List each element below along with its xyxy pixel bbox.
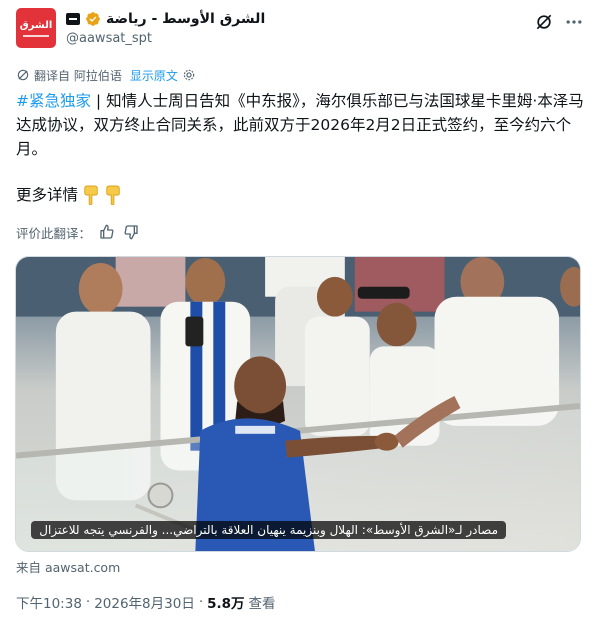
news-photo bbox=[16, 257, 580, 551]
grok-icon[interactable] bbox=[534, 12, 554, 32]
pointing-down-hand-icon bbox=[106, 185, 120, 205]
hashtag-link[interactable]: #紧急独家 bbox=[16, 92, 91, 110]
show-original-link[interactable]: 显示原文 bbox=[130, 67, 178, 84]
views-label: 查看 bbox=[248, 596, 276, 612]
tweet-time[interactable]: 下午10:38 bbox=[16, 592, 82, 612]
translate-icon bbox=[17, 69, 29, 81]
media-caption: مصادر لـ«الشرق الأوسط»: الهلال وبنزيمة ي… bbox=[31, 521, 506, 539]
account-handle[interactable]: @aawsat_spt bbox=[66, 31, 152, 46]
avatar-logo-text: الشرق bbox=[19, 20, 53, 31]
tweet-header: الشرق الشرق الأوسط - رياضة @aawsat_spt bbox=[16, 6, 584, 50]
display-name[interactable]: الشرق الأوسط - رياضة bbox=[106, 11, 265, 27]
avatar-logo-bar bbox=[23, 35, 49, 37]
more-details: 更多详情 bbox=[16, 183, 122, 207]
thumbs-down-icon[interactable] bbox=[123, 224, 139, 240]
name-row: الشرق الأوسط - رياضة bbox=[66, 9, 265, 29]
views-count: 5.8万 bbox=[207, 596, 245, 612]
translated-from-label: 翻译自 阿拉伯语 bbox=[34, 68, 122, 83]
more-details-text: 更多详情 bbox=[16, 186, 79, 204]
tweet-body: | 知情人士周日告知《中东报》，海尔俱乐部已与法国球星卡里姆·本泽马达成协议，双… bbox=[16, 92, 584, 158]
rate-translation-bar: 评价此翻译： bbox=[16, 222, 139, 242]
more-options-icon[interactable] bbox=[564, 12, 584, 32]
media-photo-card[interactable]: مصادر لـ«الشرق الأوسط»: الهلال وبنزيمة ي… bbox=[15, 256, 581, 552]
affiliate-badge-icon bbox=[66, 13, 80, 25]
translation-bar: 翻译自 阿拉伯语 显示原文 bbox=[16, 67, 196, 83]
rate-translation-label: 评价此翻译： bbox=[16, 225, 92, 241]
meta-separator: · bbox=[198, 594, 204, 610]
tweet-text: #紧急独家 | 知情人士周日告知《中东报》，海尔俱乐部已与法国球星卡里姆·本泽马… bbox=[16, 89, 584, 161]
thumbs-up-icon[interactable] bbox=[99, 224, 115, 240]
tweet-meta: 下午10:38 · 2026年8月30日 · 5.8万 查看 bbox=[16, 592, 276, 612]
settings-gear-icon[interactable] bbox=[182, 68, 196, 82]
link-source[interactable]: 来自 aawsat.com bbox=[16, 557, 120, 576]
pointing-down-hand-icon bbox=[84, 185, 98, 205]
meta-separator: · bbox=[85, 594, 91, 610]
tweet-date[interactable]: 2026年8月30日 bbox=[94, 592, 195, 612]
verified-badge-icon bbox=[86, 12, 100, 26]
avatar[interactable]: الشرق bbox=[16, 8, 56, 48]
